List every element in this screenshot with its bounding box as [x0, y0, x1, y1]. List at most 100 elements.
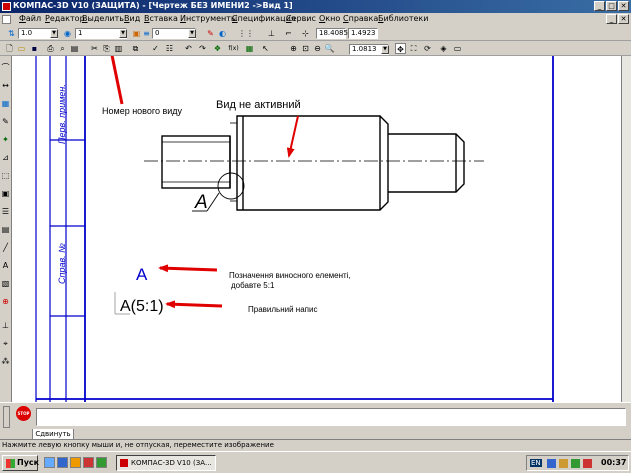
layer-dropdown-arrow[interactable]: ▼ [188, 29, 196, 38]
manager-icon[interactable]: ❖ [212, 43, 223, 54]
language-indicator[interactable]: EN [530, 459, 542, 467]
paste-icon[interactable]: ▥ [113, 43, 124, 54]
menu-window[interactable]: Окно [319, 14, 340, 23]
help-pointer-icon[interactable]: ↖ [260, 43, 271, 54]
arrow-to-correct-label [165, 300, 223, 309]
tray-app-icon[interactable] [571, 459, 580, 468]
doc-close-button[interactable]: ✕ [618, 14, 629, 24]
menu-service[interactable]: Сервис [286, 14, 316, 23]
quicklaunch-folder-icon[interactable] [70, 457, 81, 468]
grid-icon[interactable]: ⋮⋮ [238, 28, 254, 39]
quicklaunch-ie-icon[interactable] [57, 457, 68, 468]
menu-tools[interactable]: Инструменты [180, 14, 237, 23]
scale-dropdown-arrow[interactable]: ▼ [50, 29, 58, 38]
edit-tool-icon[interactable]: ✎ [0, 116, 11, 127]
start-button[interactable]: Пуск [2, 455, 39, 471]
panel-grip[interactable] [3, 406, 10, 428]
window-title: КОМПАС-3D V10 (ЗАЩИТА) - [Чертеж БЕЗ ИМЕ… [13, 1, 293, 10]
tray-volume-icon[interactable] [559, 459, 568, 468]
quicklaunch-desktop-icon[interactable] [44, 457, 55, 468]
pan-icon[interactable]: ✥ [395, 43, 406, 54]
array-tool-icon[interactable]: ⁂ [0, 356, 11, 367]
color-icon[interactable]: ◐ [217, 28, 228, 39]
dimensions-tool-icon[interactable]: ↔ [0, 80, 11, 91]
open-folder-icon[interactable]: ▭ [16, 43, 27, 54]
menu-view[interactable]: Вид [124, 14, 140, 23]
print-preview-icon[interactable]: ⌕ [57, 43, 68, 54]
refresh-icon[interactable]: ⟳ [422, 43, 433, 54]
show-all-icon[interactable]: ⛶ [408, 43, 419, 54]
zoom-icon[interactable]: 🔍 [324, 43, 335, 54]
quicklaunch-app-icon[interactable] [83, 457, 94, 468]
zoom-in-icon[interactable]: ⊕ [288, 43, 299, 54]
tray-clock[interactable]: 00:37 [601, 458, 626, 467]
status-text: Нажмите левую кнопку мыши и, не отпуская… [2, 441, 274, 449]
associative-view-icon[interactable]: ▣ [0, 188, 11, 199]
select-tool-icon[interactable]: ⬚ [0, 170, 11, 181]
menu-file[interactable]: Файл [19, 14, 41, 23]
correct-label: А(5:1) [120, 298, 164, 315]
redo-icon[interactable]: ↷ [197, 43, 208, 54]
maximize-button[interactable]: □ [606, 1, 617, 11]
copy-icon[interactable]: ⎘ [101, 43, 112, 54]
undo-icon[interactable]: ↶ [183, 43, 194, 54]
zoom-dropdown-arrow[interactable]: ▼ [381, 45, 389, 54]
taskbar: Пуск КОМПАС-3D V10 (ЗА... EN 00:37 [0, 451, 631, 473]
correct-note: Правильний напис [248, 305, 317, 314]
tray-network-icon[interactable] [547, 459, 556, 468]
coord-x-field[interactable]: 18.4085 [316, 28, 348, 39]
system-tray: EN 00:37 [526, 455, 629, 471]
style-icon[interactable]: ✎ [205, 28, 216, 39]
menu-libraries[interactable]: Библиотеки [378, 14, 428, 23]
stop-icon[interactable]: STOP [16, 406, 31, 421]
notations-tool-icon[interactable]: ▦ [0, 98, 11, 109]
view-globe-icon: ◉ [64, 29, 71, 38]
close-button[interactable]: ✕ [618, 1, 629, 11]
local-cs-icon[interactable]: ⊥ [266, 28, 277, 39]
zoom-frame-icon[interactable]: ⊡ [300, 43, 311, 54]
menu-editor[interactable]: Редактор [45, 14, 85, 23]
variables-icon[interactable]: f(x) [228, 43, 239, 54]
menu-help[interactable]: Справка [343, 14, 378, 23]
vertical-scrollbar[interactable] [621, 56, 631, 402]
doc-minimize-button[interactable]: _ [606, 14, 617, 24]
taskbar-kompas-button[interactable]: КОМПАС-3D V10 (ЗА... [116, 455, 216, 471]
menu-insert[interactable]: Вставка [144, 14, 178, 23]
zoom-out-icon[interactable]: ⊖ [312, 43, 323, 54]
side-label-lower: Справ. № [57, 243, 67, 284]
measure-tool-icon[interactable]: ⊿ [0, 152, 11, 163]
base-tool-icon[interactable]: ⊥ [0, 320, 11, 331]
cut-icon[interactable]: ✂ [89, 43, 100, 54]
print-icon[interactable]: ⎙ [45, 43, 56, 54]
ortho-icon[interactable]: ⌐ [283, 28, 294, 39]
coord-y-field[interactable]: 1.4923 [348, 28, 378, 39]
minimize-button[interactable]: _ [594, 1, 605, 11]
tray-antivirus-icon[interactable] [583, 459, 592, 468]
display-icon[interactable]: ▭ [452, 43, 463, 54]
spec-tool-icon[interactable]: ☰ [0, 206, 11, 217]
callout-letter: А [194, 192, 208, 213]
drawing-canvas[interactable]: А Номер нового виду Вид не активний А По… [12, 56, 621, 402]
point-tool-icon[interactable]: ⌖ [0, 338, 11, 349]
format-painter-icon[interactable]: ⧉ [130, 43, 141, 54]
reports-tool-icon[interactable]: ▤ [0, 224, 11, 235]
quicklaunch-media-icon[interactable] [96, 457, 107, 468]
layers-icon[interactable]: ◈ [438, 43, 449, 54]
layer-icon: ≡ [143, 29, 150, 38]
leader-tool-icon[interactable]: ⊕ [0, 296, 11, 307]
parametrize-tool-icon[interactable]: ✦ [0, 134, 11, 145]
menu-select[interactable]: Выделить [82, 14, 124, 23]
save-icon[interactable]: ▪ [29, 43, 40, 54]
library-icon[interactable]: ▦ [244, 43, 255, 54]
sheet-icon[interactable]: ▤ [69, 43, 80, 54]
properties-icon[interactable]: ✓ [150, 43, 161, 54]
hatch-tool-icon[interactable]: ▧ [0, 278, 11, 289]
text-tool-icon[interactable]: A [0, 260, 11, 271]
view-number-dropdown-arrow[interactable]: ▼ [119, 29, 127, 38]
line-tool-icon[interactable]: ╱ [0, 242, 11, 253]
document-icon[interactable] [2, 15, 11, 24]
geometry-tool-icon[interactable]: ⌒ [0, 62, 11, 73]
new-document-icon[interactable]: 🗋 [4, 43, 15, 54]
tree-icon[interactable]: ☷ [164, 43, 175, 54]
side-label-upper: Перв. примен. [57, 84, 67, 144]
